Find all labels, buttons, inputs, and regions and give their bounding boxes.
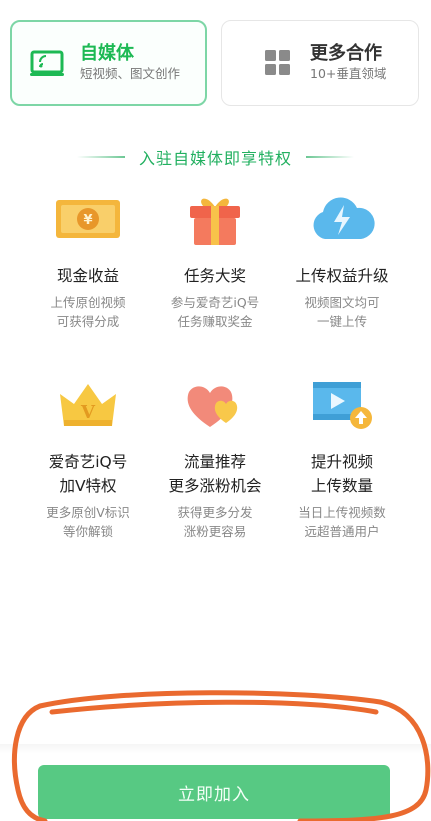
divider-line [306,156,354,158]
feature-desc: 视频图文均可 [304,295,380,310]
feature-name: 现金收益 [56,267,119,285]
gift-icon [151,188,279,250]
more-cooperation-card[interactable]: 更多合作 10+垂直领域 [221,20,419,106]
feature-name: 上传权益升级 [295,267,389,285]
feature-cash-income: ¥ 现金收益 上传原创视频 可获得分成 [24,188,152,331]
feature-upload-upgrade: 上传权益升级 视频图文均可 一键上传 [278,188,406,331]
section-title: 入驻自媒体即享特权 [138,149,292,168]
feature-name: 流量推荐 [183,453,246,471]
feature-name: 更多涨粉机会 [168,477,262,495]
card-subtitle: 10+垂直领域 [310,66,387,81]
feature-desc: 一键上传 [316,314,367,329]
feature-desc: 任务赚取奖金 [177,314,253,329]
svg-text:V: V [80,402,96,423]
feature-upload-quota: 提升视频 上传数量 当日上传视频数 远超普通用户 [278,374,406,541]
feature-name: 上传数量 [310,477,373,495]
svg-text:¥: ¥ [83,213,92,228]
feature-name: 任务大奖 [183,267,246,285]
join-now-button[interactable]: 立即加入 [38,765,390,819]
cloud-lightning-icon [278,188,406,250]
tv-icon [26,41,70,85]
feature-desc: 更多原创V标识 [46,505,130,520]
self-media-card[interactable]: 自媒体 短视频、图文创作 [10,20,207,106]
feature-desc: 当日上传视频数 [298,505,386,520]
card-subtitle: 短视频、图文创作 [80,66,181,81]
bottom-bar-shadow [0,744,431,754]
video-upload-icon [278,374,406,436]
card-title: 自媒体 [80,43,134,64]
banknote-icon: ¥ [24,188,152,250]
feature-desc: 可获得分成 [56,314,120,329]
feature-traffic-recommend: 流量推荐 更多涨粉机会 获得更多分发 涨粉更容易 [151,374,279,541]
feature-desc: 涨粉更容易 [183,524,247,539]
grid-icon [256,41,300,85]
section-heading: 入驻自媒体即享特权 [0,145,431,169]
card-title: 更多合作 [310,43,382,64]
feature-desc: 获得更多分发 [177,505,253,520]
feature-name: 爱奇艺iQ号 [48,453,128,471]
feature-name: 加V特权 [59,477,117,495]
feature-name: 提升视频 [310,453,373,471]
feature-desc: 参与爱奇艺iQ号 [170,295,260,310]
crown-icon: V [24,374,152,436]
hearts-icon [151,374,279,436]
divider-line [76,156,125,158]
feature-desc: 远超普通用户 [304,524,380,539]
feature-desc: 等你解锁 [62,524,113,539]
category-cards: 自媒体 短视频、图文创作 更多合作 10+垂直领域 [10,20,420,106]
feature-v-privilege: V 爱奇艺iQ号 加V特权 更多原创V标识 等你解锁 [24,374,152,541]
feature-desc: 上传原创视频 [50,295,126,310]
feature-task-prize: 任务大奖 参与爱奇艺iQ号 任务赚取奖金 [151,188,279,331]
